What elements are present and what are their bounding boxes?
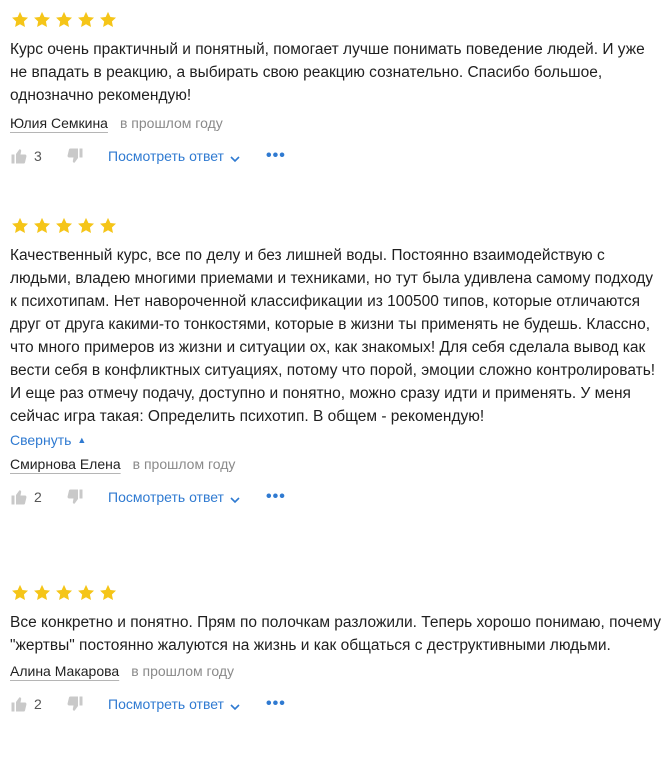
star-icon [76,10,96,30]
view-reply-label: Посмотреть ответ [108,696,224,712]
star-icon [98,10,118,30]
collapse-button[interactable]: Свернуть ▲ [10,432,86,448]
star-icon [32,10,52,30]
review-text: Все конкретно и понятно. Прям по полочка… [10,614,662,654]
view-reply-button[interactable]: Посмотреть ответ [108,489,240,505]
rating-stars [10,10,665,30]
review-meta: Алина Макарова в прошлом году [10,663,665,679]
star-icon [10,10,30,30]
author-name[interactable]: Юлия Семкина [10,115,108,131]
view-reply-button[interactable]: Посмотреть ответ [108,148,240,164]
collapse-label: Свернуть [10,432,72,448]
thumbs-down-icon[interactable] [66,695,84,713]
star-icon [32,216,52,236]
review-actions: 2 Посмотреть ответ ••• [10,486,665,508]
thumbs-down-icon[interactable] [66,488,84,506]
like-count: 2 [34,696,42,712]
review-card: Курс очень практичный и понятный, помога… [10,10,665,167]
review-date: в прошлом году [132,456,236,472]
chevron-down-icon [230,492,240,504]
review-card: Качественный курс, все по делу и без лиш… [10,216,665,508]
review-card: Все конкретно и понятно. Прям по полочка… [10,583,665,715]
star-icon [32,583,52,603]
chevron-down-icon [230,699,240,711]
review-actions: 3 Посмотреть ответ ••• [10,145,665,167]
more-icon[interactable]: ••• [266,696,286,712]
more-icon[interactable]: ••• [266,148,286,164]
view-reply-button[interactable]: Посмотреть ответ [108,696,240,712]
star-icon [54,583,74,603]
review-meta: Юлия Семкина в прошлом году [10,115,665,131]
review-actions: 2 Посмотреть ответ ••• [10,693,665,715]
chevron-down-icon [230,151,240,163]
star-icon [54,10,74,30]
thumbs-down-icon[interactable] [66,147,84,165]
more-icon[interactable]: ••• [266,489,286,505]
review-text: Курс очень практичный и понятный, помога… [10,41,645,104]
star-icon [98,216,118,236]
author-name[interactable]: Алина Макарова [10,663,119,679]
thumbs-up-icon[interactable] [10,147,28,165]
like-count: 3 [34,148,42,164]
rating-stars [10,216,665,236]
thumbs-up-icon[interactable] [10,488,28,506]
star-icon [76,216,96,236]
thumbs-up-icon[interactable] [10,695,28,713]
view-reply-label: Посмотреть ответ [108,148,224,164]
rating-stars [10,583,665,603]
review-date: в прошлом году [131,663,234,679]
view-reply-label: Посмотреть ответ [108,489,224,505]
star-icon [76,583,96,603]
chevron-up-icon: ▲ [77,435,87,445]
star-icon [10,216,30,236]
star-icon [10,583,30,603]
star-icon [54,216,74,236]
review-meta: Смирнова Елена в прошлом году [10,456,665,472]
review-date: в прошлом году [119,115,223,131]
author-name[interactable]: Смирнова Елена [10,456,121,472]
review-text: Качественный курс, все по делу и без лиш… [10,247,656,425]
star-icon [98,583,118,603]
like-count: 2 [34,489,42,505]
